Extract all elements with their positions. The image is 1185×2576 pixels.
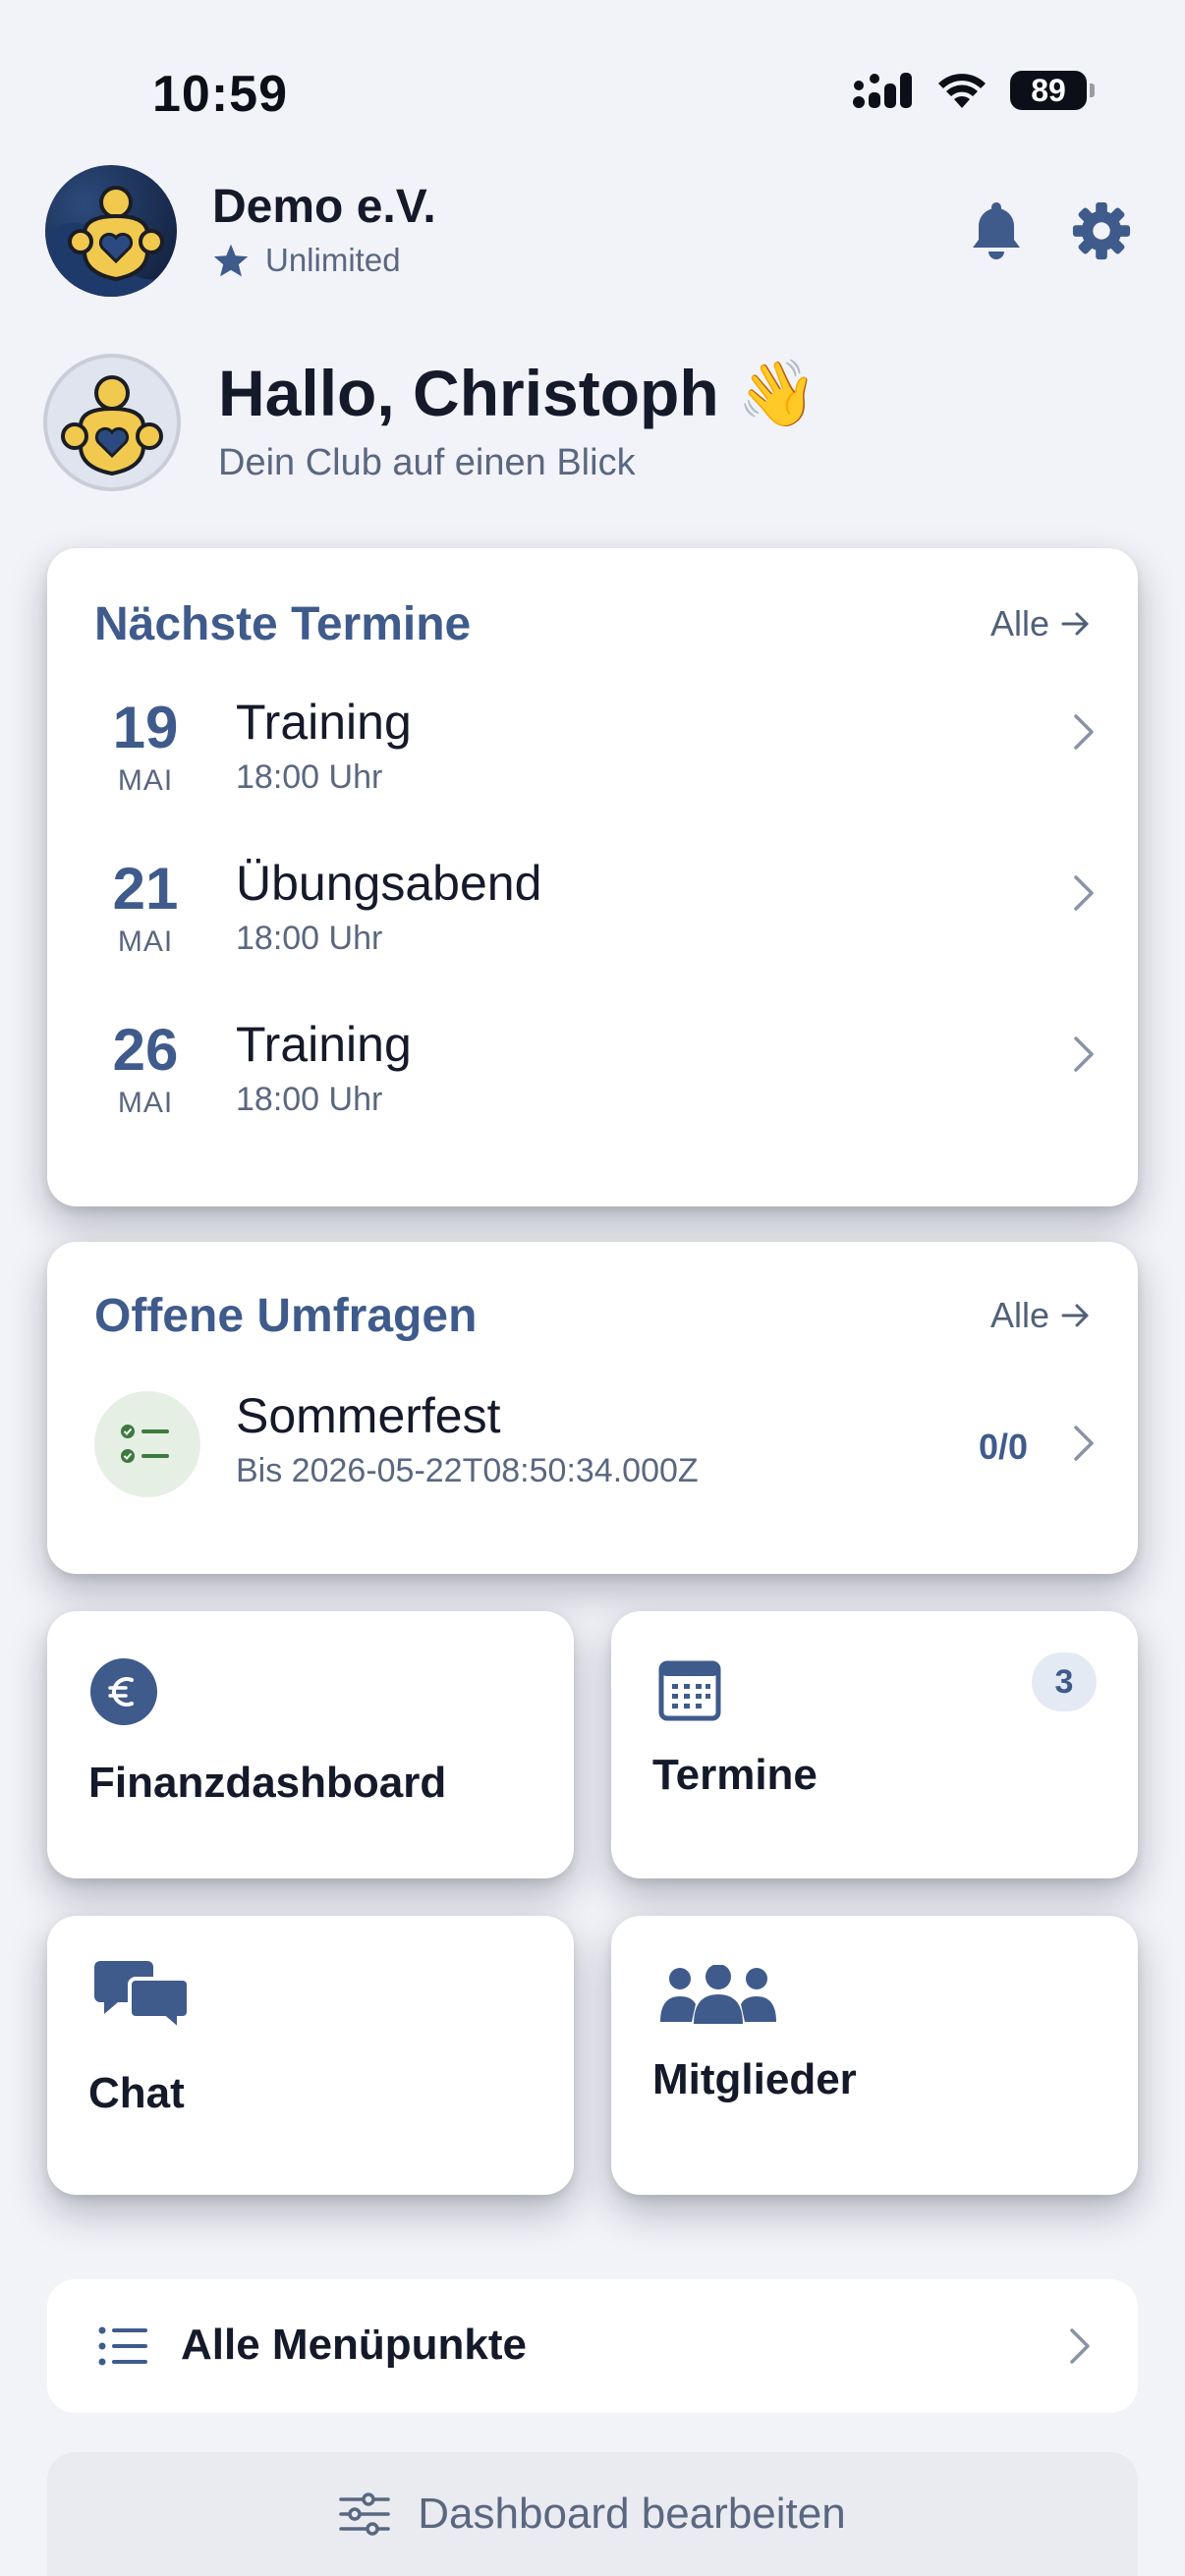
poll-icon-circle <box>94 1391 200 1497</box>
plan-badge: Unlimited <box>212 242 401 279</box>
user-avatar[interactable] <box>43 354 181 491</box>
event-row[interactable]: 26 MAI Training 18:00 Uhr <box>47 1016 1138 1173</box>
poll-count: 0/0 <box>978 1427 1028 1467</box>
events-tile-label: Termine <box>652 1751 818 1799</box>
events-tile[interactable]: 3 Termine <box>611 1611 1138 1878</box>
greeting-subtitle: Dein Club auf einen Blick <box>218 442 636 483</box>
members-tile[interactable]: Mitglieder <box>611 1916 1138 2195</box>
greeting-text: Hallo, Christoph <box>218 357 719 429</box>
members-tile-label: Mitglieder <box>652 2055 857 2103</box>
all-menu-items-label: Alle Menüpunkte <box>181 2321 528 2369</box>
edit-dashboard-button[interactable]: Dashboard bearbeiten <box>47 2452 1138 2576</box>
euro-icon <box>90 1658 157 1725</box>
event-month: MAI <box>117 925 174 958</box>
all-menu-items-button[interactable]: Alle Menüpunkte <box>47 2279 1138 2413</box>
events-count-badge: 3 <box>1032 1652 1097 1711</box>
star-icon <box>213 244 249 277</box>
events-card-title: Nächste Termine <box>94 598 472 650</box>
edit-dashboard-content: Dashboard bearbeiten <box>47 2490 1138 2539</box>
user-avatar-image <box>47 358 177 487</box>
polls-all-link[interactable]: Alle <box>990 1295 1091 1336</box>
plan-label: Unlimited <box>265 242 401 278</box>
event-title: Training <box>236 695 412 750</box>
upcoming-events-card: Nächste Termine Alle 19 MAI Training 18:… <box>47 548 1138 1206</box>
settings-button[interactable] <box>1071 200 1132 266</box>
wifi-icon <box>938 74 986 108</box>
arrow-right-icon <box>1061 612 1089 636</box>
chat-bubbles-icon <box>94 1961 189 2032</box>
sliders-icon <box>339 2492 391 2536</box>
greeting-heading: Hallo, Christoph 👋 <box>218 356 818 432</box>
bell-icon <box>973 202 1020 259</box>
cellular-signal-icon <box>853 73 912 108</box>
chevron-right-icon <box>1074 1036 1094 1072</box>
event-month: MAI <box>117 1087 174 1119</box>
edit-dashboard-label: Dashboard bearbeiten <box>418 2490 846 2538</box>
event-day: 19 <box>112 695 179 760</box>
waving-hand-icon: 👋 <box>737 357 818 429</box>
event-time: 18:00 Uhr <box>236 1081 383 1118</box>
notifications-button[interactable] <box>967 198 1026 266</box>
events-all-link[interactable]: Alle <box>990 603 1091 644</box>
checklist-icon <box>121 1425 169 1463</box>
arrow-right-icon <box>1061 1304 1089 1327</box>
events-all-label: Alle <box>989 603 1049 644</box>
chevron-right-icon <box>1074 875 1094 911</box>
open-polls-card: Offene Umfragen Alle Sommerfest Bis 2026… <box>47 1242 1138 1574</box>
gear-icon <box>1072 201 1131 260</box>
list-icon <box>98 2326 147 2366</box>
chat-tile-label: Chat <box>88 2069 185 2117</box>
event-time: 18:00 Uhr <box>236 758 383 796</box>
event-day: 26 <box>112 1017 179 1083</box>
chevron-right-icon <box>1070 2328 1090 2364</box>
battery-indicator: 89 <box>1010 71 1095 110</box>
event-row[interactable]: 21 MAI Übungsabend 18:00 Uhr <box>47 855 1138 1012</box>
polls-card-title: Offene Umfragen <box>94 1290 478 1342</box>
status-icons: 89 <box>853 71 1095 110</box>
event-row[interactable]: 19 MAI Training 18:00 Uhr <box>47 694 1138 851</box>
event-time: 18:00 Uhr <box>236 920 383 957</box>
club-avatar[interactable] <box>45 165 177 297</box>
status-time: 10:59 <box>152 66 288 123</box>
club-logo-icon <box>45 186 177 297</box>
event-title: Training <box>236 1017 412 1072</box>
calendar-icon <box>658 1660 721 1721</box>
chevron-right-icon <box>1074 1426 1094 1461</box>
members-icon <box>660 1965 776 2024</box>
finance-tile-label: Finanzdashboard <box>88 1759 447 1807</box>
polls-all-label: Alle <box>989 1295 1049 1335</box>
finance-dashboard-tile[interactable]: Finanzdashboard <box>47 1611 574 1878</box>
club-name[interactable]: Demo e.V. <box>212 180 436 234</box>
event-month: MAI <box>117 764 174 797</box>
event-title: Übungsabend <box>236 856 542 911</box>
event-day: 21 <box>112 856 179 922</box>
chevron-right-icon <box>1074 714 1094 750</box>
chat-tile[interactable]: Chat <box>47 1916 574 2195</box>
poll-row[interactable]: Sommerfest Bis 2026-05-22T08:50:34.000Z … <box>47 1387 1138 1515</box>
poll-title: Sommerfest <box>236 1388 501 1443</box>
poll-deadline: Bis 2026-05-22T08:50:34.000Z <box>236 1452 699 1489</box>
